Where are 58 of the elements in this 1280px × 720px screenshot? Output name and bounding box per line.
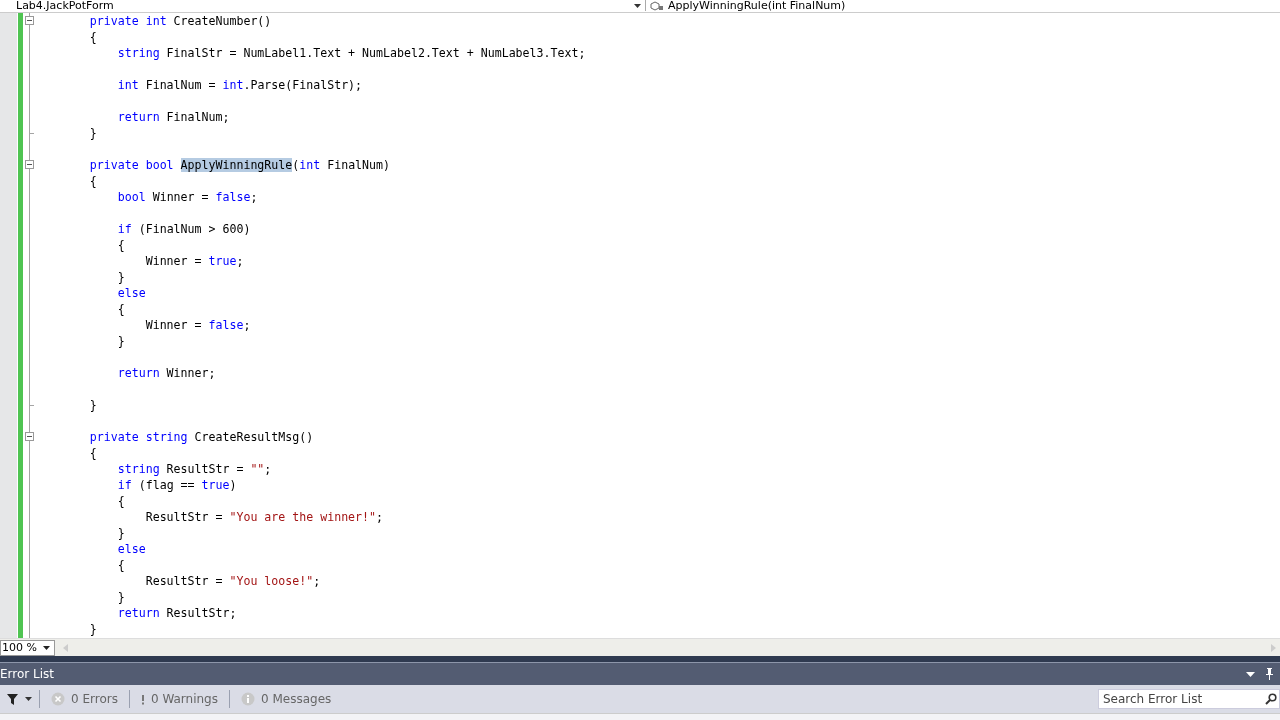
- code-line: ResultStr = "You loose!";: [144, 573, 321, 589]
- code-line: return Winner;: [116, 365, 216, 381]
- code-line: int FinalNum = int.Parse(FinalStr);: [116, 77, 363, 93]
- collapse-icon[interactable]: [25, 432, 34, 441]
- code-line: private bool ApplyWinningRule(int FinalNum): [88, 157, 391, 173]
- member-dropdown[interactable]: ApplyWinningRule(int FinalNum): [646, 0, 1280, 11]
- search-field[interactable]: Search Error List: [1098, 689, 1280, 709]
- code-line: private string CreateResultMsg(): [88, 429, 314, 445]
- code-line: }: [116, 525, 125, 541]
- method-icon: [650, 0, 664, 11]
- code-line: }: [116, 589, 125, 605]
- panel-splitter[interactable]: [0, 656, 1280, 663]
- code-line: {: [88, 173, 97, 189]
- collapse-icon[interactable]: [25, 16, 34, 25]
- code-line: {: [116, 301, 125, 317]
- zoom-dropdown[interactable]: 100 %: [0, 639, 55, 656]
- panel-title: Error List: [0, 667, 55, 681]
- code-line: else: [116, 541, 146, 557]
- filter-toggle-button[interactable]: 0 Warnings: [136, 688, 222, 710]
- code-line: }: [88, 125, 97, 141]
- code-line: if (flag == true): [116, 477, 237, 493]
- outline-end-marker: [29, 133, 34, 134]
- class-dropdown[interactable]: Lab4.JackPotForm: [0, 0, 646, 11]
- caret-icon[interactable]: [25, 697, 32, 701]
- code-line: }: [116, 333, 125, 349]
- code-line: {: [88, 445, 97, 461]
- code-line: Winner = false;: [144, 317, 251, 333]
- code-line: private int CreateNumber(): [88, 13, 272, 29]
- code-line: {: [116, 237, 125, 253]
- filter-toggle-button[interactable]: 0 Messages: [237, 688, 336, 710]
- code-line: string ResultStr = "";: [116, 461, 272, 477]
- caret-icon: [43, 645, 50, 650]
- code-line: bool Winner = false;: [116, 189, 258, 205]
- code-line: {: [116, 493, 125, 509]
- filter-toggle-button[interactable]: 0 Errors: [47, 688, 122, 710]
- outline-end-marker: [29, 405, 34, 406]
- code-line: return ResultStr;: [116, 605, 237, 621]
- code-line: }: [88, 397, 97, 413]
- code-line: string FinalStr = NumLabel1.Text + NumLabel2.Text + NumLabel3.Text;: [116, 45, 586, 61]
- exclamation-icon: [140, 693, 145, 705]
- code-line: Winner = true;: [144, 253, 244, 269]
- code-line: }: [116, 269, 125, 285]
- code-line: ResultStr = "You are the winner!";: [144, 509, 384, 525]
- search-icon: [1265, 693, 1277, 705]
- error-icon: [51, 692, 65, 706]
- info-icon: [241, 692, 255, 706]
- dropdown-icon[interactable]: [1246, 671, 1255, 677]
- code-line: else: [116, 285, 146, 301]
- code-line: return FinalNum;: [116, 109, 230, 125]
- code-line: {: [116, 557, 125, 573]
- caret-icon: [634, 3, 641, 8]
- collapse-icon[interactable]: [25, 160, 34, 169]
- pin-icon[interactable]: [1265, 668, 1274, 680]
- code-line: if (FinalNum > 600): [116, 221, 251, 237]
- code-line: }: [88, 621, 97, 637]
- horizontal-scrollbar[interactable]: 100 %: [0, 638, 1280, 656]
- code-line: {: [88, 29, 97, 45]
- filter-icon[interactable]: [7, 693, 18, 705]
